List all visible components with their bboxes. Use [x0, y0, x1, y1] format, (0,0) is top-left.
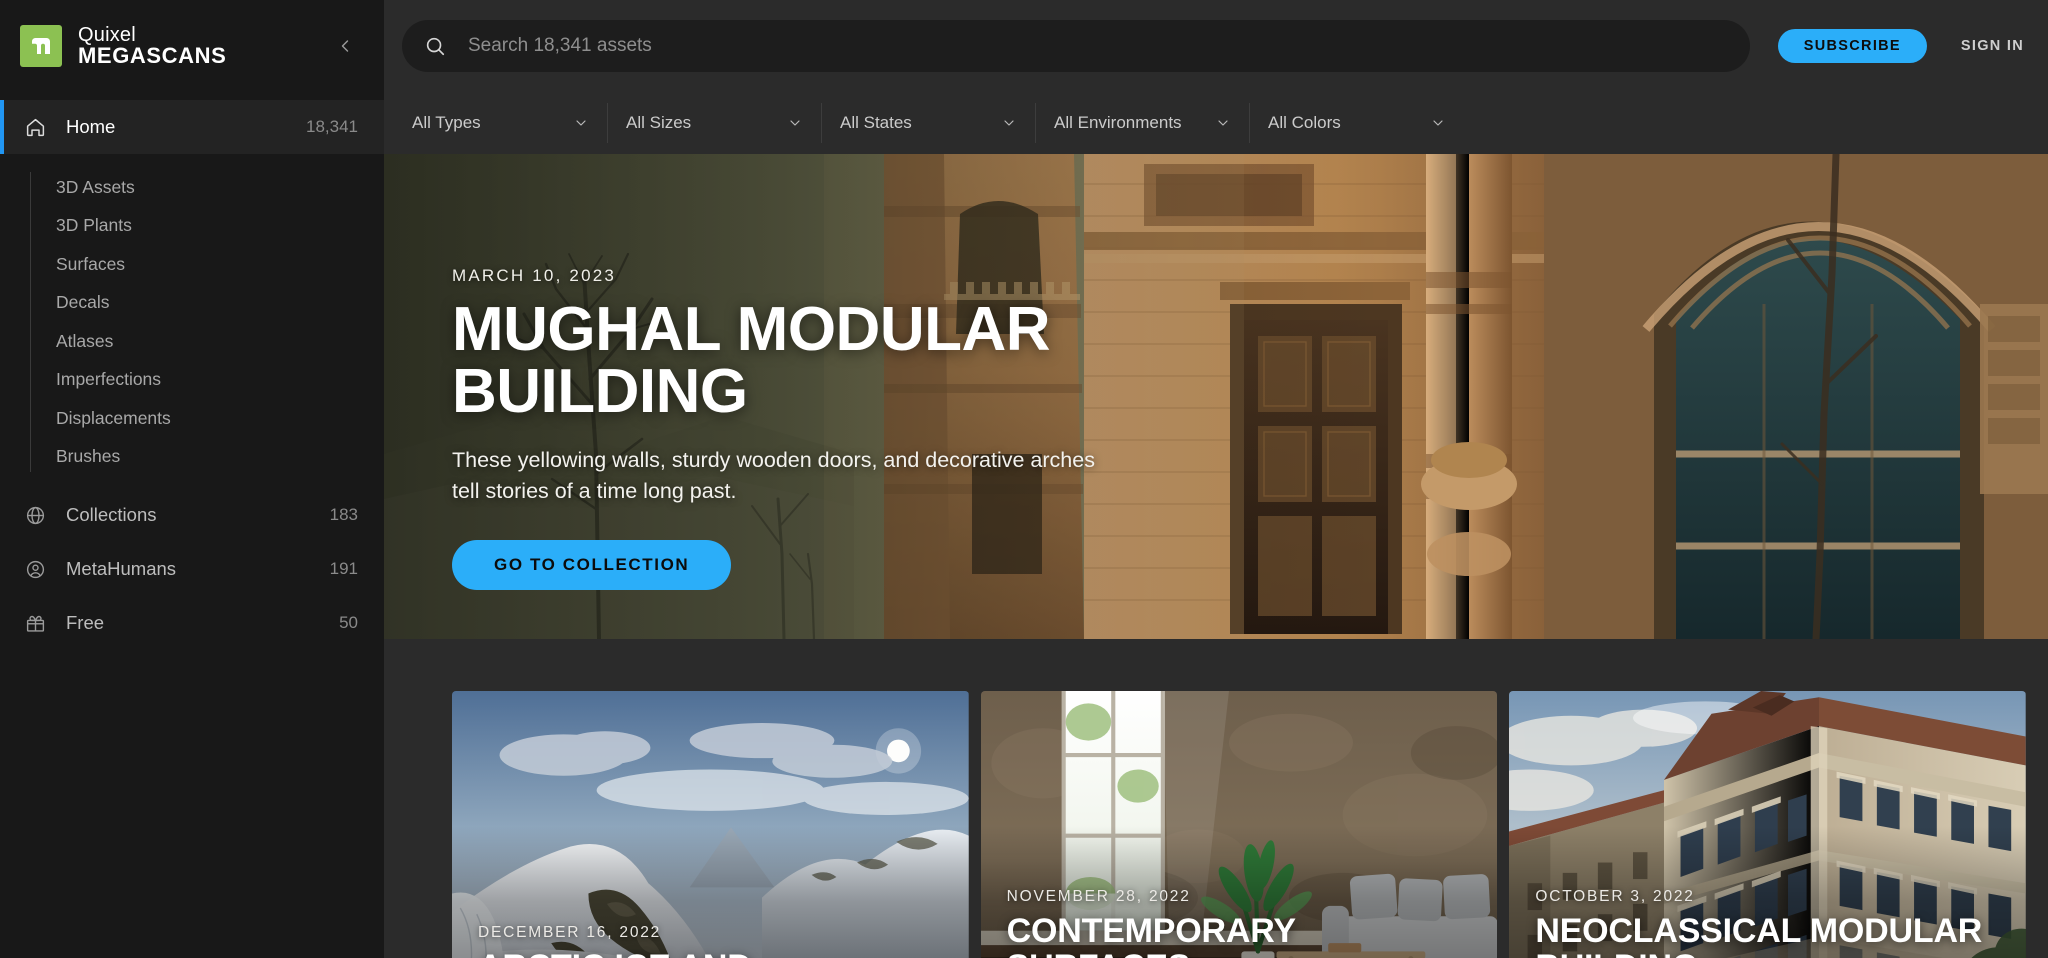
sidebar-item-collections-count: 183: [329, 505, 358, 524]
filter-all-sizes-label: All Sizes: [626, 113, 692, 132]
top-bar-actions: SUBSCRIBE SIGN IN: [1750, 29, 2024, 63]
card-date: OCTOBER 3, 2022: [1535, 888, 1695, 906]
sidebar-item-home[interactable]: Home 18,341: [0, 100, 384, 154]
sign-in-button[interactable]: SIGN IN: [1961, 38, 2024, 54]
sidebar-item-metahumans-label: MetaHumans: [66, 558, 177, 579]
megascans-m-logo-icon[interactable]: [20, 25, 62, 67]
card-text-block: NOVEMBER 28, 2022 CONTEMPORARY SURFACES: [1007, 888, 1480, 958]
sidebar-item-free-count: 50: [339, 613, 358, 632]
hero-description: These yellowing walls, sturdy wooden doo…: [452, 448, 1095, 503]
sidebar-secondary-nav: Collections 183 MetaHumans 191 Free 50: [0, 488, 384, 650]
collection-card-contemporary-surfaces[interactable]: NOVEMBER 28, 2022 CONTEMPORARY SURFACES: [980, 691, 1498, 958]
sidebar-subitem-3d-plants[interactable]: 3D Plants: [30, 207, 384, 246]
filter-all-types[interactable]: All Types: [394, 103, 608, 143]
card-title: CONTEMPORARY SURFACES: [1006, 912, 1296, 958]
subscribe-button[interactable]: SUBSCRIBE: [1777, 29, 1927, 63]
sidebar-subitem-imperfections[interactable]: Imperfections: [30, 361, 384, 400]
sidebar-subitem-surfaces[interactable]: Surfaces: [30, 245, 384, 284]
sidebar-item-metahumans[interactable]: MetaHumans 191: [0, 542, 384, 596]
chevron-down-icon: [1001, 115, 1017, 131]
home-icon: [22, 114, 48, 140]
sidebar-item-metahumans-count: 191: [329, 559, 358, 578]
filter-bar: All Types All Sizes All States All Envir…: [384, 92, 2048, 154]
card-title: ARCTIC ICE AND...: [478, 949, 951, 958]
collection-card-arctic-ice[interactable]: DECEMBER 16, 2022 ARCTIC ICE AND...: [452, 691, 969, 958]
main-content: SUBSCRIBE SIGN IN All Types All Sizes Al…: [384, 0, 2048, 958]
card-text-block: DECEMBER 16, 2022 ARCTIC ICE AND...: [478, 924, 951, 958]
gift-icon: [22, 610, 48, 636]
filter-all-environments-label: All Environments: [1054, 113, 1182, 132]
card-title: NEOCLASSICAL MODULAR BUILDING...: [1535, 912, 1983, 958]
sidebar-item-home-count: 18,341: [306, 117, 358, 136]
sidebar-subitem-3d-assets[interactable]: 3D Assets: [30, 168, 384, 207]
filter-all-environments[interactable]: All Environments: [1036, 103, 1250, 143]
search-bar[interactable]: [402, 20, 1750, 72]
filter-all-states[interactable]: All States: [822, 103, 1036, 143]
chevron-left-icon[interactable]: [328, 29, 362, 63]
brand-name-bottom: MEGASCANS: [78, 42, 227, 68]
brand-header: Quixel MEGASCANS: [0, 0, 384, 92]
filter-all-colors-label: All Colors: [1268, 113, 1341, 132]
collection-card-row: DECEMBER 16, 2022 ARCTIC ICE AND...: [384, 639, 2048, 958]
top-bar: SUBSCRIBE SIGN IN: [384, 0, 2048, 92]
sidebar-item-free[interactable]: Free 50: [0, 596, 384, 650]
sidebar-item-home-label: Home: [66, 116, 116, 137]
chevron-down-icon: [1215, 115, 1231, 131]
hero-banner[interactable]: MARCH 10, 2023 MUGHAL MODULAR BUILDING T…: [384, 154, 2048, 639]
card-date: DECEMBER 16, 2022: [478, 923, 662, 941]
sidebar-item-free-label: Free: [66, 612, 105, 633]
filter-all-sizes[interactable]: All Sizes: [608, 103, 822, 143]
chevron-down-icon: [1430, 115, 1446, 131]
card-overlay: [452, 691, 969, 958]
content-area: MARCH 10, 2023 MUGHAL MODULAR BUILDING T…: [384, 154, 2048, 958]
chevron-down-icon: [573, 115, 589, 131]
sidebar-item-collections[interactable]: Collections 183: [0, 488, 384, 542]
hero-title: MUGHAL MODULAR BUILDING: [452, 295, 1051, 426]
sidebar-subitem-atlases[interactable]: Atlases: [30, 322, 384, 361]
filter-all-states-label: All States: [840, 113, 912, 132]
sidebar-subitem-decals[interactable]: Decals: [30, 284, 384, 323]
collection-card-neoclassical-building[interactable]: OCTOBER 3, 2022 NEOCLASSICAL MODULAR BUI…: [1509, 691, 2027, 958]
person-circle-icon: [22, 556, 48, 582]
globe-icon: [22, 502, 48, 528]
sidebar-subitem-displacements[interactable]: Displacements: [30, 399, 384, 438]
filter-all-colors[interactable]: All Colors: [1250, 103, 1464, 143]
card-text-block: OCTOBER 3, 2022 NEOCLASSICAL MODULAR BUI…: [1535, 888, 2008, 958]
sidebar-primary-nav: Home 18,341 3D Assets 3D Plants Surfaces…: [0, 100, 384, 476]
brand-wordmark: Quixel MEGASCANS: [78, 23, 227, 68]
sidebar-subnav: 3D Assets 3D Plants Surfaces Decals Atla…: [0, 168, 384, 476]
hero-text-block: MARCH 10, 2023 MUGHAL MODULAR BUILDING T…: [452, 266, 1142, 591]
card-date: NOVEMBER 28, 2022: [1006, 888, 1191, 906]
sidebar-item-collections-label: Collections: [66, 504, 157, 525]
hero-date: MARCH 10, 2023: [452, 266, 617, 285]
search-icon: [424, 35, 446, 57]
app-root: Quixel MEGASCANS Home 18,341 3D Assets 3…: [0, 0, 2048, 958]
brand-name-top: Quixel: [78, 23, 136, 46]
chevron-down-icon: [787, 115, 803, 131]
go-to-collection-button[interactable]: GO TO COLLECTION: [452, 540, 732, 591]
sidebar-subitem-brushes[interactable]: Brushes: [30, 438, 384, 477]
search-input[interactable]: [468, 35, 1728, 57]
sidebar: Quixel MEGASCANS Home 18,341 3D Assets 3…: [0, 0, 384, 958]
filter-all-types-label: All Types: [412, 113, 481, 132]
